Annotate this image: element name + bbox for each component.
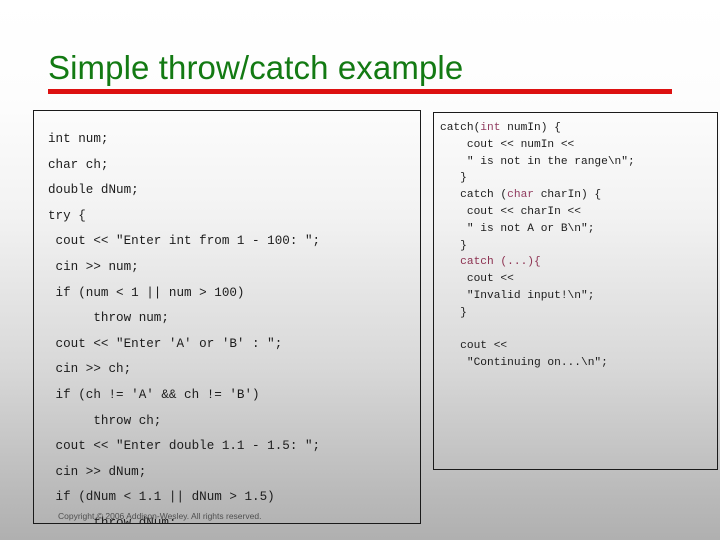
code-line: } — [440, 172, 467, 185]
code-line: if (dNum < 1.1 || dNum > 1.5) — [48, 490, 275, 505]
code-lines-catch: catch(int numIn) { cout << numIn << " is… — [434, 113, 717, 372]
page-title: Simple throw/catch example — [48, 49, 464, 87]
code-line: } — [440, 306, 467, 319]
code-line: catch (char charIn) { — [440, 189, 602, 202]
code-line: int num; — [48, 132, 109, 146]
slide-canvas: Simple throw/catch example int num; char … — [0, 0, 720, 540]
code-line: catch (...){ — [440, 254, 717, 271]
code-panel-try: int num; char ch; double dNum; try { cout <… — [33, 110, 421, 524]
code-keyword: int — [480, 122, 501, 134]
code-line: try { — [48, 208, 86, 223]
code-line: throw ch; — [48, 413, 162, 428]
code-line: catch(int numIn) { — [440, 122, 561, 134]
code-panel-catch: catch(int numIn) { cout << numIn << " is… — [433, 112, 718, 470]
code-line: cout << numIn << — [440, 138, 575, 151]
code-line: cout << "Enter 'A' or 'B' : "; — [48, 336, 283, 351]
code-line: char ch; — [48, 157, 109, 172]
code-line: "Invalid input!\n"; — [440, 289, 595, 302]
code-line: cin >> dNum; — [48, 464, 147, 479]
code-line: cin >> num; — [48, 259, 139, 274]
code-line: cout << charIn << — [440, 205, 581, 218]
code-line: " is not A or B\n"; — [440, 222, 595, 235]
code-line: if (ch != 'A' && ch != 'B') — [48, 387, 260, 402]
code-line: "Continuing on...\n"; — [440, 357, 608, 370]
code-keyword: char — [507, 189, 534, 202]
code-line: cin >> ch; — [48, 362, 132, 377]
code-line: double dNum; — [48, 183, 139, 198]
code-keyword: catch (...){ — [440, 256, 541, 269]
code-line: cout << — [440, 340, 508, 353]
code-line: " is not in the range\n"; — [440, 155, 635, 168]
code-line: } — [440, 239, 467, 252]
title-divider-rule — [48, 89, 672, 94]
code-line: cout << "Enter int from 1 - 100: "; — [48, 234, 321, 249]
code-line: cout << — [440, 273, 514, 286]
code-lines-try: int num; char ch; double dNum; try { cout <… — [34, 111, 420, 523]
copyright-notice: Copyright © 2006 Addison-Wesley. All rig… — [58, 511, 262, 521]
code-line: if (num < 1 || num > 100) — [48, 285, 245, 300]
code-line: throw num; — [48, 311, 169, 326]
code-line: cout << "Enter double 1.1 - 1.5: "; — [48, 439, 321, 454]
